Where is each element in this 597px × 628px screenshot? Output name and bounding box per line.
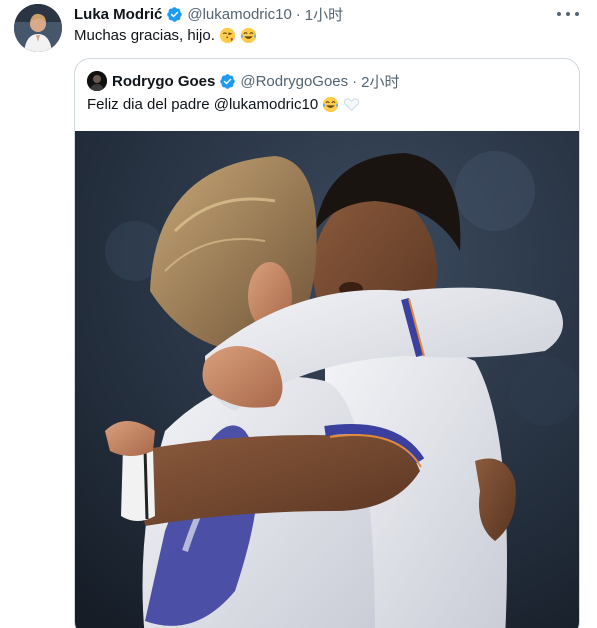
tears-of-joy-icon: [322, 96, 339, 113]
quoted-tweet-text: Feliz dia del padre @lukamodric10: [87, 96, 360, 113]
tweet-text: Muchas gracias, hijo.: [74, 27, 257, 44]
verified-badge-icon: [166, 6, 183, 23]
quoted-tweet-time[interactable]: 2小时: [361, 71, 399, 92]
quoted-tweet[interactable]: Rodrygo Goes @RodrygoGoes · 2小时 Feliz di…: [74, 58, 580, 628]
author-handle[interactable]: @lukamodric10: [187, 6, 291, 23]
quoted-author-name[interactable]: Rodrygo Goes: [112, 73, 215, 90]
separator-dot: ·: [352, 72, 358, 90]
quoted-author-handle[interactable]: @RodrygoGoes: [240, 73, 348, 90]
quoted-tweet-header: Rodrygo Goes @RodrygoGoes · 2小时: [87, 71, 399, 91]
face-blowing-kiss-icon: [219, 27, 236, 44]
tweet[interactable]: Luka Modrić @lukamodric10 · 1小时 Muchas g…: [0, 0, 597, 628]
quoted-author-avatar: [87, 71, 107, 91]
more-options-icon[interactable]: [557, 4, 579, 24]
quoted-tweet-text-content: Feliz dia del padre @lukamodric10: [87, 96, 319, 113]
tweet-time[interactable]: 1小时: [305, 4, 343, 25]
tears-of-joy-icon: [240, 27, 257, 44]
tweet-header: Luka Modrić @lukamodric10 · 1小时: [74, 4, 343, 24]
tweet-photo[interactable]: [75, 131, 579, 628]
separator-dot: ·: [295, 5, 301, 23]
white-heart-icon: [343, 96, 360, 113]
author-name[interactable]: Luka Modrić: [74, 6, 162, 23]
verified-badge-icon: [219, 73, 236, 90]
author-avatar[interactable]: [14, 4, 62, 52]
tweet-text-content: Muchas gracias, hijo.: [74, 27, 215, 44]
